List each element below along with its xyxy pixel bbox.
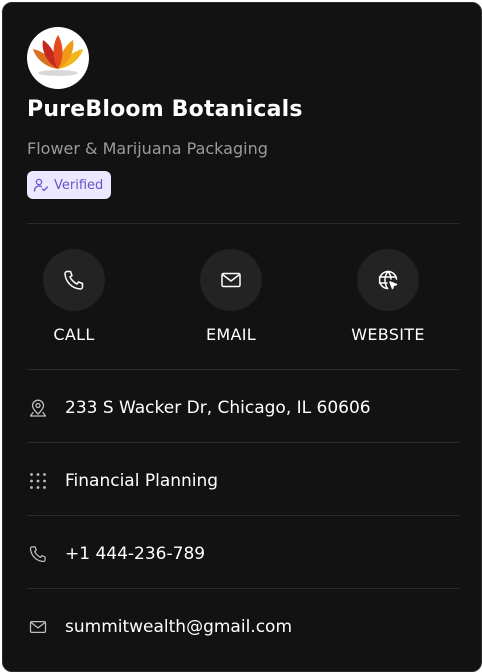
company-subtitle: Flower & Marijuana Packaging [27,139,268,158]
verified-user-icon [33,178,49,192]
divider [27,515,459,516]
grid-icon [27,470,49,492]
call-label: CALL [53,325,95,344]
lotus-logo-icon [33,35,83,76]
address-text: 233 S Wacker Dr, Chicago, IL 60606 [65,398,371,418]
email-button-circle[interactable] [200,249,262,311]
address-row: 233 S Wacker Dr, Chicago, IL 60606 [27,393,459,423]
business-card: PureBloom Botanicals Flower & Marijuana … [2,2,482,672]
call-button[interactable]: CALL [14,249,134,344]
divider [27,588,459,589]
email-text[interactable]: summitwealth@gmail.com [65,617,292,637]
mail-icon [221,272,241,288]
website-button-circle[interactable] [357,249,419,311]
phone-icon [64,270,84,290]
phone-text[interactable]: +1 444-236-789 [65,544,205,564]
verified-badge: Verified [27,171,112,199]
divider [27,442,459,443]
phone-icon [27,543,49,565]
email-label: EMAIL [206,325,256,344]
verified-label: Verified [54,177,104,193]
phone-row[interactable]: +1 444-236-789 [27,539,459,569]
website-label: WEBSITE [351,325,425,344]
company-logo [27,27,89,89]
company-name: PureBloom Botanicals [27,97,303,122]
category-text: Financial Planning [65,471,219,491]
mail-icon [27,616,49,638]
call-button-circle[interactable] [43,249,105,311]
category-row: Financial Planning [27,466,459,496]
globe-icon [378,270,398,290]
location-icon [27,397,49,419]
email-button[interactable]: EMAIL [171,249,291,344]
divider [27,369,459,370]
website-button[interactable]: WEBSITE [328,249,448,344]
email-row[interactable]: summitwealth@gmail.com [27,612,459,642]
divider [27,223,459,224]
